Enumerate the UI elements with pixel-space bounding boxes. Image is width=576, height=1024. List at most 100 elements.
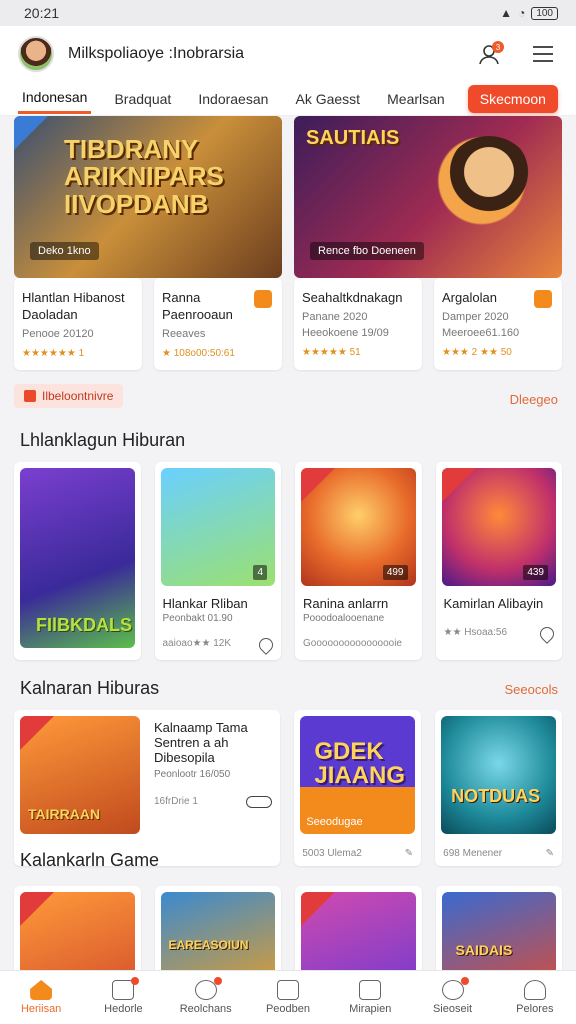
game-badge: 439: [523, 565, 548, 580]
promo-card[interactable]: Ranna Paenrooaun Reeaves ★ 108o00:50:61: [154, 278, 282, 370]
filter-chip[interactable]: Ilbeloontnivre: [14, 384, 124, 408]
category-tabs: Indonesan Bradquat Indoraesan Ak Gaesst …: [0, 82, 576, 116]
promo-sub: Penooe 20120: [22, 327, 94, 340]
promo-rating: ★★★★★ 51: [302, 346, 361, 358]
nav-item-7[interactable]: Pelores: [497, 980, 573, 1015]
see-more-link[interactable]: Dleegeo: [510, 392, 558, 407]
game-card[interactable]: GDEK JIAANG Seeodugae 5003 Ulema2 ✎: [294, 710, 422, 866]
hero-banner[interactable]: SAUTIAIS Rence fbo Doeneen: [294, 116, 562, 278]
tab-indoraesan[interactable]: Indoraesan: [194, 85, 272, 113]
game-thumbnail: TAIRRAAN: [20, 716, 140, 834]
notification-badge: 3: [492, 41, 504, 53]
game-badge: 499: [382, 565, 408, 580]
game-card[interactable]: EAREASOIUN: [154, 886, 281, 970]
avatar[interactable]: [18, 36, 54, 72]
game-badge: 4: [253, 565, 267, 580]
game-card[interactable]: [14, 886, 141, 970]
game-thumbnail: 439: [441, 468, 556, 586]
game-thumbnail: 4: [160, 468, 275, 586]
share-icon: [523, 980, 546, 1000]
game-row: TAIRRAAN Kalnaamp Tama Sentren a ah Dibe…: [14, 710, 562, 866]
hamburger-icon: [533, 46, 553, 62]
game-sub: Peonlootr 16/050: [154, 769, 231, 780]
corner-ribbon: [20, 716, 54, 750]
game-card[interactable]: [295, 886, 422, 970]
see-all-link[interactable]: Seeocols: [505, 682, 558, 697]
banner-tag: Deko 1kno: [30, 242, 99, 260]
game-thumbnail: [20, 892, 135, 970]
nav-badge: [460, 977, 469, 985]
badge-icon: [254, 290, 272, 308]
game-art-title: GDEK JIAANG: [314, 738, 406, 789]
nav-item-3[interactable]: Reolchans: [168, 977, 244, 1015]
promo-title: Seahaltkdnakagn: [302, 290, 403, 305]
tab-indonesan[interactable]: Indonesan: [18, 83, 92, 114]
nav-item-5[interactable]: Mirapien: [332, 980, 408, 1015]
bottom-nav: Heriisan Hedorle Reolchans Peodben Mirap…: [0, 970, 576, 1024]
game-thumbnail: 499: [301, 468, 416, 586]
game-thumbnail: NOTDUAS: [441, 716, 556, 834]
user-notification-button[interactable]: 3: [474, 39, 504, 69]
game-card[interactable]: NOTDUAS 698 Menener ✎: [435, 710, 562, 866]
image-icon: [276, 980, 299, 1000]
game-row: FIlBKDALS 4 Hlankar Rliban Peonbakt 01.9…: [14, 462, 562, 660]
promo-card[interactable]: Argalolan Damper 2020 Meeroee61.160 ★★★ …: [434, 278, 562, 370]
game-card-wide[interactable]: TAIRRAAN Kalnaamp Tama Sentren a ah Dibe…: [14, 710, 281, 866]
tab-bradquat[interactable]: Bradquat: [110, 85, 175, 113]
nav-item-2[interactable]: Hedorle: [85, 977, 161, 1015]
game-card[interactable]: 499 Ranina anlarrn Pooodoalooenane Goooo…: [295, 462, 422, 660]
nav-label: Reolchans: [179, 1003, 232, 1015]
section-title: Kalankarln Game: [20, 850, 160, 870]
promo-extra: Heeokoene 19/09: [302, 326, 389, 339]
heart-icon[interactable]: [256, 635, 276, 655]
promo-rating: ★★★★★★ 1: [22, 347, 85, 359]
nav-label: Sieoseit: [432, 1003, 473, 1015]
nav-item-6[interactable]: Sieoseit: [415, 977, 491, 1015]
promo-sub: Reeaves: [162, 327, 206, 340]
tab-cta-button[interactable]: Skecmoon: [467, 84, 558, 113]
heart-icon[interactable]: [537, 624, 557, 644]
nav-item-4[interactable]: Peodben: [250, 980, 326, 1015]
nav-home[interactable]: Heriisan: [3, 980, 79, 1015]
edit-icon[interactable]: ✎: [546, 848, 554, 859]
game-thumbnail: FIlBKDALS: [20, 468, 135, 648]
game-sub: Peonbakt 01.90: [162, 613, 233, 624]
menu-button[interactable]: [528, 39, 558, 69]
section-title: Lhlanklagun Hiburan: [20, 430, 186, 450]
game-title: Ranina anlarrn: [303, 596, 389, 611]
game-thumbnail: EAREASOIUN: [160, 892, 275, 970]
promo-sub: Panane 2020: [302, 310, 368, 323]
banner-title: TIBDRANY ARIKNIPARS IIVOPDANB: [64, 134, 224, 219]
chip-label: Ilbeloontnivre: [42, 389, 114, 403]
game-meta: ★★ Hsoaa:56: [443, 627, 508, 638]
game-card[interactable]: 439 Kamirlan Alibayin ★★ Hsoaa:56: [435, 462, 562, 660]
game-row: EAREASOIUN SAIDAIS: [14, 886, 562, 970]
game-card[interactable]: FIlBKDALS: [14, 462, 141, 660]
game-meta: 5003 Ulema2: [302, 848, 362, 859]
nav-badge: [131, 977, 140, 985]
game-sub: Pooodoalooenane: [303, 613, 385, 624]
hero-banner[interactable]: TIBDRANY ARIKNIPARS IIVOPDANB Deko 1kno: [14, 116, 282, 278]
tab-mearlsan[interactable]: Mearlsan: [383, 85, 449, 113]
promo-card[interactable]: Hlantlan Hibanost Daoladan Penooe 20120 …: [14, 278, 142, 370]
promo-cards: Hlantlan Hibanost Daoladan Penooe 20120 …: [14, 278, 562, 370]
edit-icon[interactable]: ✎: [405, 848, 413, 859]
game-art-title: TAIRRAAN: [28, 806, 101, 822]
toggle-icon[interactable]: [246, 796, 273, 808]
game-card[interactable]: 4 Hlankar Rliban Peonbakt 01.90 aaioao★★…: [154, 462, 281, 660]
promo-card[interactable]: Seahaltkdnakagn Panane 2020 Heeokoene 19…: [294, 278, 422, 370]
promo-sub: Damper 2020: [442, 310, 509, 323]
game-art-title: SAIDAIS: [455, 942, 513, 958]
corner-ribbon: [301, 892, 335, 926]
controller-icon: [194, 980, 217, 1000]
game-meta: 16frDrie 1: [154, 796, 198, 807]
game-meta: 698 Menener: [443, 848, 503, 859]
promo-rating: ★ 108o00:50:61: [162, 347, 235, 359]
game-card[interactable]: SAIDAIS: [435, 886, 562, 970]
tab-ak-gaesst[interactable]: Ak Gaesst: [291, 85, 364, 113]
game-foot: Seeodugae: [306, 816, 363, 828]
signal-icon: ▲: [500, 6, 513, 20]
main-content: TIBDRANY ARIKNIPARS IIVOPDANB Deko 1kno …: [0, 116, 576, 970]
game-art-title: FIlBKDALS: [36, 615, 132, 635]
nav-label: Peodben: [265, 1003, 310, 1015]
